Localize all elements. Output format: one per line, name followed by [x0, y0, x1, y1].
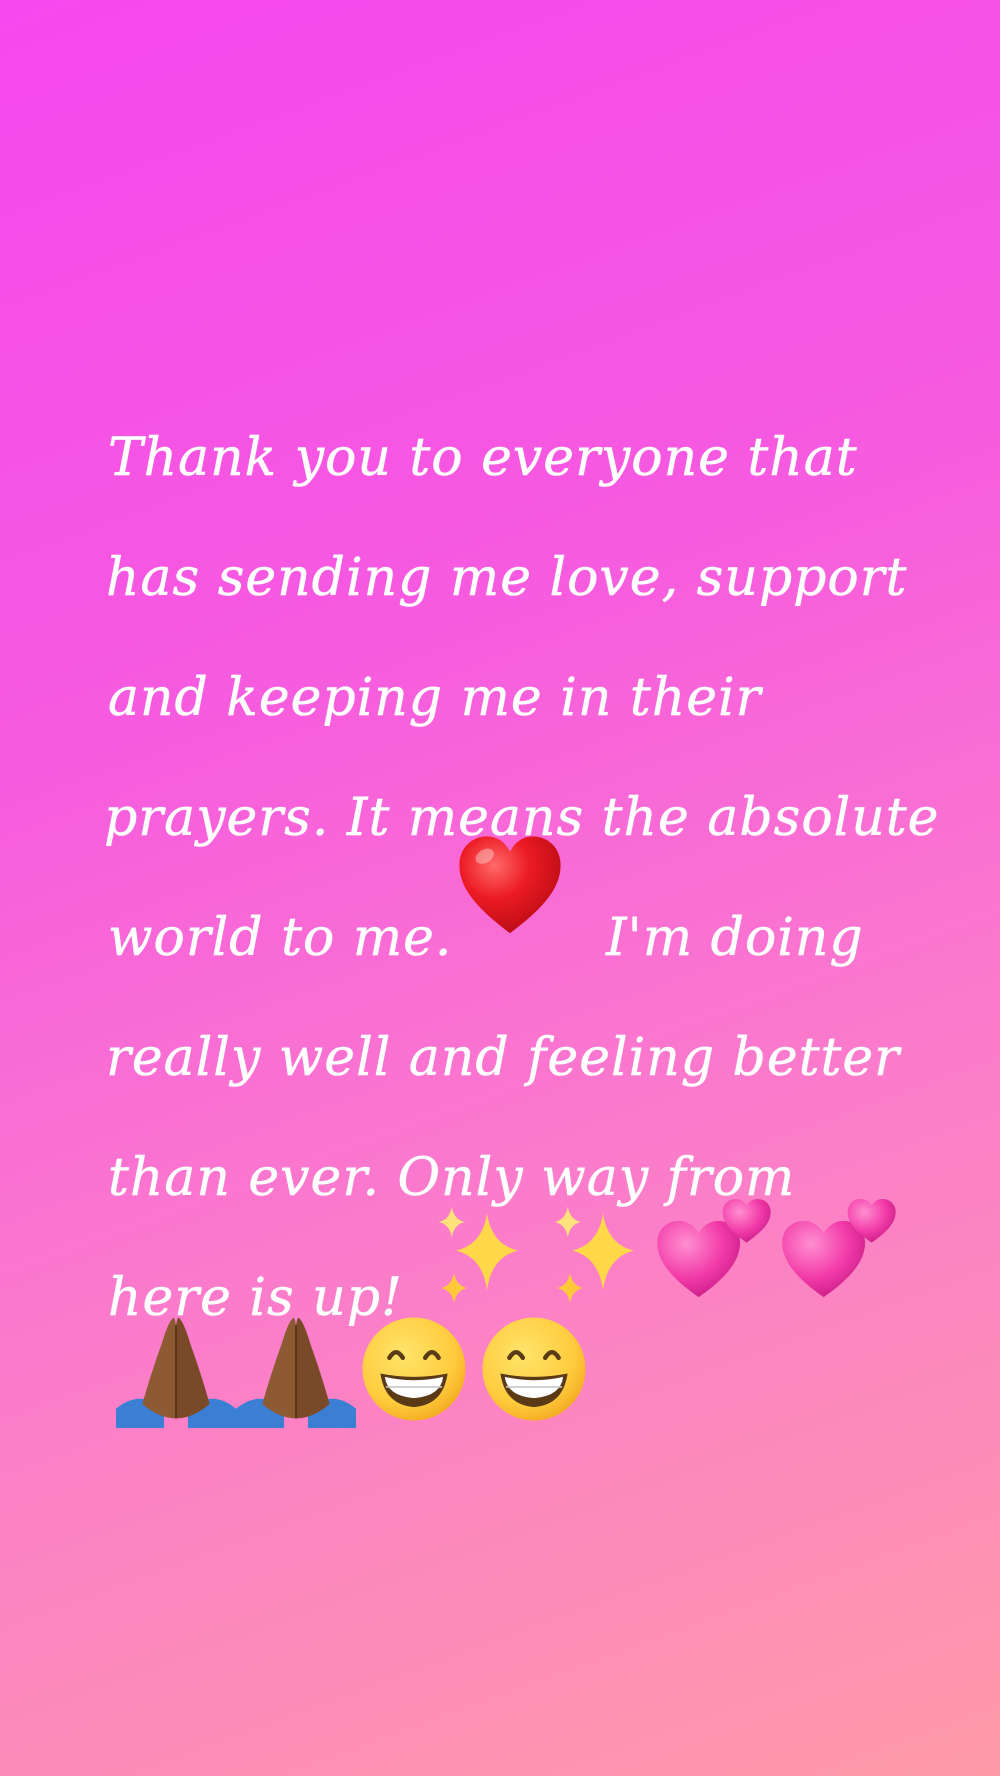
story-canvas: Thank you to everyone that has sending m… — [0, 0, 1000, 1776]
two-hearts-icon — [782, 1199, 896, 1298]
caption-line-6: really well and feeling better — [106, 1028, 901, 1088]
caption-line-5b: I'm doing — [606, 908, 864, 968]
caption-line-1: Thank you to everyone that — [108, 428, 858, 488]
caption-line-3: and keeping me in their — [108, 668, 762, 728]
folded-hands-icon — [236, 1317, 356, 1428]
caption-line-2: has sending me love, support — [106, 548, 908, 608]
caption-line-5a: world to me. — [108, 908, 453, 968]
red-heart-icon — [459, 836, 561, 934]
folded-hands-icon — [116, 1317, 236, 1428]
sparkles-icon — [438, 1206, 518, 1304]
two-hearts-icon — [657, 1199, 771, 1298]
grinning-face-icon — [362, 1317, 466, 1421]
sparkles-icon — [554, 1206, 634, 1304]
grinning-face-icon — [482, 1317, 586, 1421]
